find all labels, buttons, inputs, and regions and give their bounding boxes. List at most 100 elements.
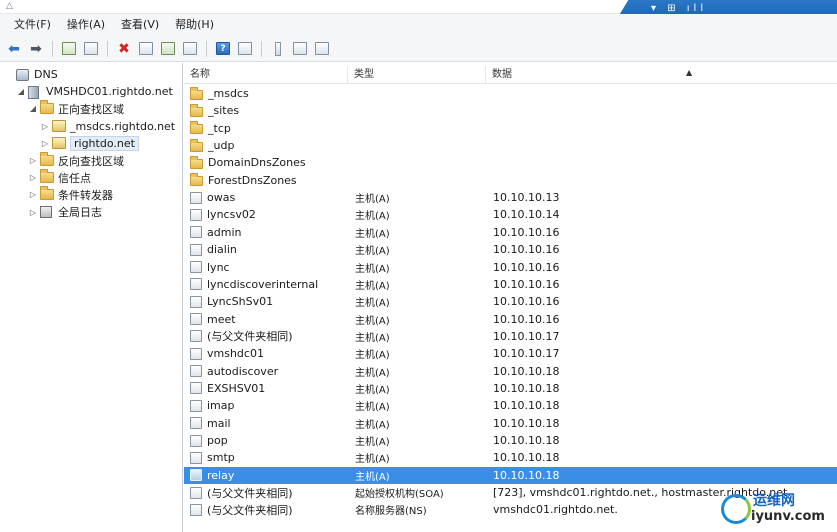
record-type: 主机(A) xyxy=(355,350,390,362)
record-data: 10.10.10.16 xyxy=(493,295,560,309)
console-tree: DNS ◢ VMSHDC01.rightdo.net ◢ 正向查找区域 ▷ _msdcs.r… xyxy=(0,63,183,532)
tree-node-label: 信任点 xyxy=(58,171,91,185)
record-row[interactable]: LyncShSv01 主机(A) 10.10.10.16 xyxy=(184,293,837,310)
menu-file[interactable]: 文件(F) xyxy=(6,15,59,35)
tree-node[interactable]: ▷ 全局日志 xyxy=(28,204,102,221)
mmc-view-button[interactable] xyxy=(235,39,255,59)
record-row[interactable]: lyncdiscoverinternal 主机(A) 10.10.10.16 xyxy=(184,276,837,293)
tree-node[interactable]: ▷ 信任点 xyxy=(28,168,91,186)
tree-node[interactable]: ▷ 反向查找区域 xyxy=(28,151,124,169)
record-row[interactable]: _udp xyxy=(184,137,837,154)
menu-view[interactable]: 查看(V) xyxy=(113,15,167,35)
record-row[interactable]: DomainDnsZones xyxy=(184,154,837,171)
record-row[interactable]: owas 主机(A) 10.10.10.13 xyxy=(184,189,837,206)
record-row[interactable]: _tcp xyxy=(184,120,837,137)
tree-node-label: 条件转发器 xyxy=(58,188,113,202)
tree-node[interactable]: ◢ VMSHDC01.rightdo.net xyxy=(16,83,173,100)
record-data: 10.10.10.18 xyxy=(493,434,560,447)
record-name-cell: lyncdiscoverinternal xyxy=(190,278,348,291)
record-row[interactable]: smtp 主机(A) 10.10.10.18 xyxy=(184,449,837,466)
back-arrow-icon: ⬅ xyxy=(8,40,20,57)
column-header-data[interactable]: 数据 xyxy=(486,66,837,84)
tree-expander-icon[interactable]: ▷ xyxy=(28,208,38,217)
tree-expander-icon[interactable]: ▷ xyxy=(28,190,38,199)
record-row[interactable]: lyncsv02 主机(A) 10.10.10.14 xyxy=(184,206,837,223)
record-name-cell: relay xyxy=(190,469,348,482)
tree-node[interactable]: ▷ 条件转发器 xyxy=(28,185,113,203)
column-header-type[interactable]: 类型 xyxy=(348,66,486,84)
record-name: DomainDnsZones xyxy=(208,156,306,170)
menu-help[interactable]: 帮助(H) xyxy=(167,15,222,35)
dns-record-icon xyxy=(190,365,202,378)
record-row[interactable]: EXSHSV01 主机(A) 10.10.10.18 xyxy=(184,380,837,397)
forward-arrow-icon: ➡ xyxy=(30,40,42,57)
column-header-name[interactable]: 名称 xyxy=(184,66,348,84)
forward-button[interactable]: ➡ xyxy=(26,39,46,59)
server-button[interactable] xyxy=(268,39,288,59)
record-row[interactable]: imap 主机(A) 10.10.10.18 xyxy=(184,397,837,414)
record-name-cell: _msdcs xyxy=(190,86,348,100)
tree-node[interactable]: ▷ rightdo.net xyxy=(40,135,139,152)
record-row[interactable]: _msdcs xyxy=(184,85,837,102)
tree-expander-icon[interactable]: ▷ xyxy=(28,156,38,165)
record-row[interactable]: vmshdc01 主机(A) 10.10.10.17 xyxy=(184,345,837,362)
properties-icon xyxy=(139,42,153,55)
tree-node[interactable]: ▷ _msdcs.rightdo.net xyxy=(40,118,175,135)
record-data: 10.10.10.13 xyxy=(493,191,560,205)
dns-record-icon xyxy=(190,469,202,482)
record-row[interactable]: dialin 主机(A) 10.10.10.16 xyxy=(184,241,837,258)
record-row[interactable]: pop 主机(A) 10.10.10.18 xyxy=(184,432,837,449)
record-type: 主机(A) xyxy=(355,419,390,431)
tree-expander-icon[interactable]: ▷ xyxy=(40,122,50,131)
tree-node-label: 正向查找区域 xyxy=(58,102,124,116)
log-icon xyxy=(40,206,54,219)
dns-record-icon xyxy=(190,243,202,256)
tree-node[interactable]: ◢ 正向查找区域 xyxy=(28,99,124,117)
record-row[interactable]: ForestDnsZones xyxy=(184,172,837,189)
record-type: 主机(A) xyxy=(355,384,390,396)
tree-expander-icon[interactable]: ▷ xyxy=(28,173,38,182)
record-data: 10.10.10.16 xyxy=(493,225,560,239)
record-type: 主机(A) xyxy=(355,315,390,327)
menu-action[interactable]: 操作(A) xyxy=(59,15,113,35)
menu-bar: 文件(F) 操作(A) 查看(V) 帮助(H) xyxy=(0,14,837,36)
record-row[interactable]: (与父文件夹相同) 主机(A) 10.10.10.17 xyxy=(184,328,837,345)
dns-record-icon xyxy=(190,330,202,343)
record-type: 主机(A) xyxy=(355,246,390,258)
taskbar-icons[interactable]: ▾ ⊞ ıll xyxy=(651,3,707,14)
properties-button[interactable] xyxy=(136,39,156,59)
tree-node[interactable]: DNS xyxy=(4,66,58,83)
record-data: 10.10.10.16 xyxy=(493,312,560,326)
dns-record-icon xyxy=(190,347,202,360)
folder-icon xyxy=(190,155,203,169)
tree-node-label: 全局日志 xyxy=(58,206,102,220)
record-name-cell: dialin xyxy=(190,243,348,256)
back-button[interactable]: ⬅ xyxy=(4,39,24,59)
record-name-cell: EXSHSV01 xyxy=(190,382,348,395)
dns-record-icon xyxy=(190,417,202,430)
record-list-icon xyxy=(293,42,307,55)
delete-button[interactable]: ✖ xyxy=(114,39,134,59)
record-row[interactable]: meet 主机(A) 10.10.10.16 xyxy=(184,311,837,328)
tree-expander-icon[interactable]: ◢ xyxy=(28,104,38,113)
folder-icon xyxy=(40,99,54,115)
refresh-button[interactable] xyxy=(158,39,178,59)
export-button[interactable] xyxy=(180,39,200,59)
record-row[interactable]: mail 主机(A) 10.10.10.18 xyxy=(184,415,837,432)
record-row[interactable]: autodiscover 主机(A) 10.10.10.18 xyxy=(184,363,837,380)
tree-expander-icon[interactable]: ▷ xyxy=(40,139,50,148)
detail-button[interactable] xyxy=(312,39,332,59)
list-button[interactable] xyxy=(290,39,310,59)
record-row[interactable]: admin 主机(A) 10.10.10.16 xyxy=(184,224,837,241)
record-type: 主机(A) xyxy=(355,280,390,292)
record-name-cell: admin xyxy=(190,226,348,239)
record-row[interactable]: relay 主机(A) 10.10.10.18 xyxy=(184,466,837,484)
record-row[interactable]: _sites xyxy=(184,102,837,119)
up-level-button[interactable] xyxy=(59,39,79,59)
show-tree-button[interactable] xyxy=(81,39,101,59)
record-name: pop xyxy=(207,434,228,447)
dns-record-icon xyxy=(190,191,202,204)
tree-expander-icon[interactable]: ◢ xyxy=(16,87,26,96)
help-button[interactable]: ? xyxy=(213,39,233,59)
record-row[interactable]: lync 主机(A) 10.10.10.16 xyxy=(184,259,837,276)
